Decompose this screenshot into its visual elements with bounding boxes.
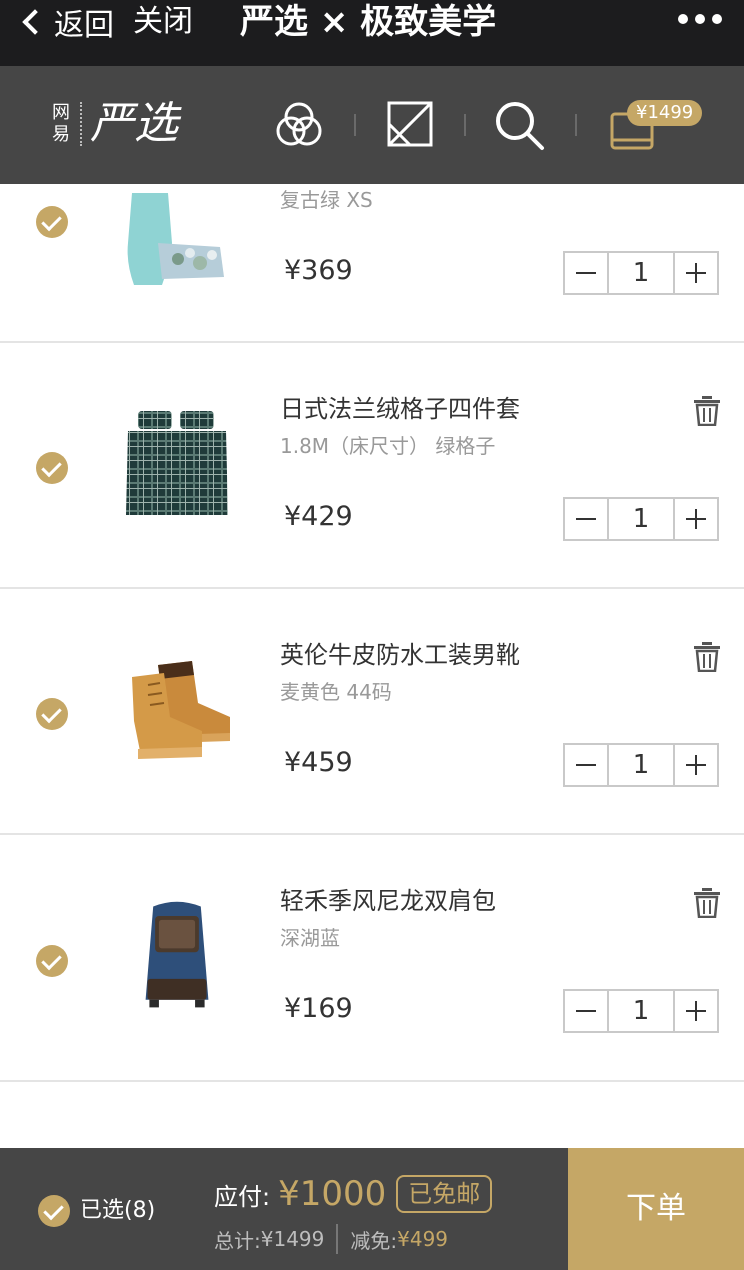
- item-price: ¥169: [284, 993, 353, 1024]
- chevron-left-icon: [22, 9, 48, 35]
- quantity-stepper: 1: [563, 251, 719, 295]
- logo-big-text: 严选: [90, 98, 178, 149]
- search-icon[interactable]: [492, 98, 546, 152]
- increase-button[interactable]: [675, 253, 717, 293]
- decrease-button[interactable]: [565, 499, 607, 539]
- item-name: 轻禾季风尼龙双肩包: [280, 887, 496, 915]
- payable-label: 应付:: [214, 1182, 271, 1211]
- item-spec: 1.8M（床尺寸） 绿格子: [280, 434, 496, 458]
- top-bar: 返回 关闭 严选 × 极致美学: [0, 0, 744, 66]
- discount-label: 减免:: [350, 1228, 398, 1253]
- item-checkbox[interactable]: [36, 452, 68, 484]
- select-all-checkbox[interactable]: [38, 1195, 70, 1227]
- trash-icon[interactable]: [693, 396, 721, 426]
- increase-button[interactable]: [675, 499, 717, 539]
- quantity-value[interactable]: 1: [607, 253, 675, 293]
- quantity-stepper: 1: [563, 989, 719, 1033]
- trash-icon[interactable]: [693, 642, 721, 672]
- item-price: ¥369: [284, 255, 353, 286]
- item-spec: 麦黄色 44码: [280, 680, 392, 704]
- quantity-value[interactable]: 1: [607, 991, 675, 1031]
- nav-divider: [354, 114, 356, 136]
- summary-divider: [336, 1224, 339, 1254]
- boots-image: [132, 661, 230, 759]
- nav-divider: [464, 114, 466, 136]
- trash-icon[interactable]: [693, 888, 721, 918]
- page-title: 严选 × 极致美学: [240, 2, 497, 42]
- logo-small-text: 网易: [52, 102, 70, 145]
- dot-icon: [678, 14, 688, 24]
- quantity-stepper: 1: [563, 743, 719, 787]
- total-amount: ¥1499: [260, 1227, 325, 1251]
- back-button[interactable]: 返回: [20, 4, 114, 43]
- item-checkbox[interactable]: [36, 698, 68, 730]
- backpack-image: [145, 901, 209, 1008]
- quantity-value[interactable]: 1: [607, 745, 675, 785]
- cart-item: 日式法兰绒格子四件套 1.8M（床尺寸） 绿格子 ¥429 1: [0, 343, 744, 589]
- decrease-button[interactable]: [565, 991, 607, 1031]
- increase-button[interactable]: [675, 745, 717, 785]
- nav-divider: [575, 114, 577, 136]
- increase-button[interactable]: [675, 991, 717, 1031]
- cart-item: 轻禾季风尼龙双肩包 深湖蓝 ¥169 1: [0, 835, 744, 1082]
- place-order-button[interactable]: 下单: [568, 1148, 744, 1270]
- item-name: 日式法兰绒格子四件套: [280, 395, 520, 423]
- cart-amount-badge: ¥1499: [627, 100, 703, 126]
- close-button[interactable]: 关闭: [133, 4, 193, 40]
- categories-icon[interactable]: [272, 98, 326, 152]
- payable-row: 应付: ¥1000 已免邮: [214, 1174, 493, 1214]
- item-price: ¥459: [284, 747, 353, 778]
- decrease-button[interactable]: [565, 253, 607, 293]
- dot-icon: [712, 14, 722, 24]
- item-spec: 复古绿 XS: [280, 188, 373, 212]
- selected-count: 已选(8): [80, 1198, 156, 1223]
- dot-icon: [695, 14, 705, 24]
- item-checkbox[interactable]: [36, 945, 68, 977]
- summary-row: 总计: ¥1499 减免: ¥499: [214, 1224, 448, 1254]
- item-checkbox[interactable]: [36, 206, 68, 238]
- quantity-value[interactable]: 1: [607, 499, 675, 539]
- more-menu-button[interactable]: [678, 14, 722, 24]
- pajama-set-image: [127, 193, 224, 285]
- free-shipping-badge: 已免邮: [396, 1175, 493, 1213]
- frame-icon[interactable]: [384, 98, 438, 152]
- discount-amount: ¥499: [397, 1227, 449, 1251]
- item-spec: 深湖蓝: [280, 926, 340, 950]
- decrease-button[interactable]: [565, 745, 607, 785]
- total-label: 总计:: [214, 1228, 261, 1253]
- cart-item: 英伦牛皮防水工装男靴 麦黄色 44码 ¥459 1: [0, 589, 744, 835]
- item-name: 英伦牛皮防水工装男靴: [280, 641, 520, 669]
- bedding-set-image: [126, 411, 228, 515]
- logo-divider: [80, 102, 82, 146]
- brand-logo[interactable]: 网易 严选: [50, 98, 178, 150]
- quantity-stepper: 1: [563, 497, 719, 541]
- back-label: 返回: [54, 8, 114, 43]
- cart-item: 复古绿 XS ¥369 1: [0, 184, 744, 343]
- payable-amount: ¥1000: [278, 1174, 387, 1214]
- item-price: ¥429: [284, 501, 353, 532]
